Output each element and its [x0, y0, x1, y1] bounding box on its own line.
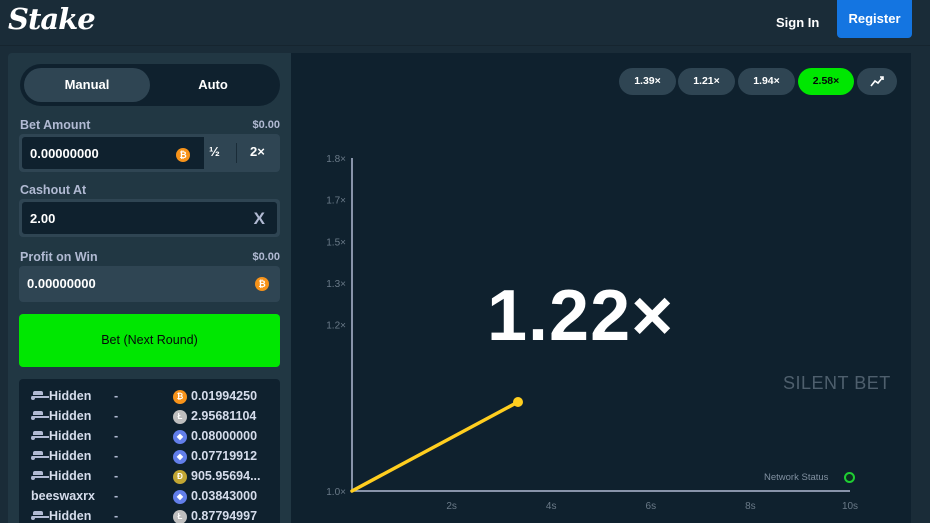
register-button[interactable]: Register — [837, 0, 912, 38]
cashout-label-row: Cashout At — [20, 183, 280, 197]
cashout-value: 2.00 — [30, 211, 56, 226]
player-cashout: - — [114, 469, 119, 483]
eth-coin-icon: ◆ — [173, 490, 187, 504]
x-tick-label: 8s — [745, 501, 756, 512]
profit-usd: $0.00 — [252, 251, 280, 263]
player-bet-amount: 2.95681104 — [191, 409, 257, 423]
mode-toggle: Manual Auto — [20, 64, 280, 106]
bet-amount-usd: $0.00 — [252, 119, 280, 131]
btc-coin-icon: ₿ — [173, 390, 187, 404]
y-tick-label: 1.7× — [326, 196, 346, 207]
tab-manual[interactable]: Manual — [24, 68, 150, 102]
y-tick-label: 1.8× — [326, 154, 346, 165]
half-bet-button[interactable]: ½ — [209, 144, 220, 159]
player-bet-amount: 0.03843000 — [191, 489, 258, 503]
player-name: Hidden — [49, 389, 92, 403]
cashout-input[interactable]: 2.00 X — [21, 201, 278, 235]
player-bet-amount: 905.95694... — [191, 469, 261, 483]
incognito-icon — [31, 411, 49, 422]
player-cashout: - — [114, 489, 119, 503]
bet-button[interactable]: Bet (Next Round) — [19, 314, 280, 367]
network-status-indicator — [844, 472, 855, 483]
player-cashout: - — [114, 429, 119, 443]
player-row: Hidden - Ð 905.95694... — [19, 467, 280, 487]
incognito-icon — [31, 511, 49, 522]
incognito-icon — [31, 451, 49, 462]
player-row: beeswaxrx - ◆ 0.03843000 — [19, 487, 280, 507]
top-header: Stake Sign In Register — [0, 0, 930, 46]
player-name: Hidden — [49, 429, 92, 443]
y-tick-label: 1.5× — [326, 237, 346, 248]
x-tick-label: 4s — [546, 501, 557, 512]
cashout-label: Cashout At — [20, 183, 87, 197]
profit-value: 0.00000000 — [27, 276, 96, 291]
player-name: Hidden — [49, 449, 92, 463]
profit-label: Profit on Win — [20, 250, 98, 264]
tab-auto[interactable]: Auto — [150, 68, 276, 102]
eth-coin-icon: ◆ — [173, 430, 187, 444]
y-tick-label: 1.3× — [326, 279, 346, 290]
bitcoin-icon: ₿ — [176, 148, 190, 162]
double-bet-button[interactable]: 2× — [250, 144, 265, 159]
bet-amount-field: 0.00000000 ₿ ½ 2× — [19, 134, 280, 172]
player-cashout: - — [114, 389, 119, 403]
ltc-coin-icon: Ł — [173, 510, 187, 523]
ltc-coin-icon: Ł — [173, 410, 187, 424]
player-name: Hidden — [49, 469, 92, 483]
bet-amount-value: 0.00000000 — [30, 146, 99, 161]
eth-coin-icon: ◆ — [173, 450, 187, 464]
stake-logo[interactable]: Stake — [8, 2, 96, 36]
incognito-icon — [31, 471, 49, 482]
player-row: Hidden - ◆ 0.08000000 — [19, 427, 280, 447]
x-tick-label: 2s — [446, 501, 457, 512]
player-row: Hidden - Ł 2.95681104 — [19, 407, 280, 427]
multiplier-curve — [350, 400, 520, 493]
player-cashout: - — [114, 449, 119, 463]
player-row: Hidden - ₿ 0.01994250 — [19, 387, 280, 407]
sign-in-button[interactable]: Sign In — [762, 10, 833, 36]
network-status-label: Network Status — [764, 472, 829, 483]
x-tick-label: 6s — [646, 501, 657, 512]
incognito-icon — [31, 391, 49, 402]
profit-label-row: Profit on Win $0.00 — [20, 250, 280, 264]
x-tick-label: 10s — [842, 501, 858, 512]
player-name: Hidden — [49, 509, 92, 523]
crash-game-area: 1.39× 1.21× 1.94× 2.58× 1.8× 1.7× 1.5× 1.3×… — [291, 53, 911, 523]
bet-amount-input[interactable]: 0.00000000 ₿ — [21, 136, 205, 170]
bet-sidebar: Manual Auto Bet Amount $0.00 0.00000000 … — [8, 53, 291, 523]
bet-amount-label-row: Bet Amount $0.00 — [20, 118, 280, 132]
player-bet-amount: 0.87794997 — [191, 509, 258, 523]
doge-coin-icon: Ð — [173, 470, 187, 484]
player-bet-amount: 0.01994250 — [191, 389, 258, 403]
player-row: Hidden - Ł 0.87794997 — [19, 507, 280, 523]
player-cashout: - — [114, 509, 119, 523]
watermark-logo: SILENT BET — [783, 373, 891, 393]
incognito-icon — [31, 431, 49, 442]
curve-endpoint — [513, 397, 523, 407]
player-name: Hidden — [49, 409, 92, 423]
bet-amount-label: Bet Amount — [20, 118, 91, 132]
profit-field: 0.00000000 ₿ — [19, 266, 280, 302]
player-list: Hidden - ₿ 0.01994250 Hidden - Ł 2.95681104 Hidd… — [19, 379, 280, 523]
y-tick-label: 1.2× — [326, 321, 346, 332]
player-row: Hidden - ◆ 0.07719912 — [19, 447, 280, 467]
clear-icon[interactable]: X — [254, 209, 265, 229]
player-name[interactable]: beeswaxrx — [31, 489, 95, 503]
player-bet-amount: 0.07719912 — [191, 449, 258, 463]
cashout-field: 2.00 X — [19, 199, 280, 237]
player-bet-amount: 0.08000000 — [191, 429, 258, 443]
bitcoin-icon: ₿ — [255, 277, 269, 291]
player-cashout: - — [114, 409, 119, 423]
divider — [236, 143, 237, 163]
current-multiplier: 1.22× — [487, 276, 675, 356]
y-tick-label: 1.0× — [326, 487, 346, 498]
